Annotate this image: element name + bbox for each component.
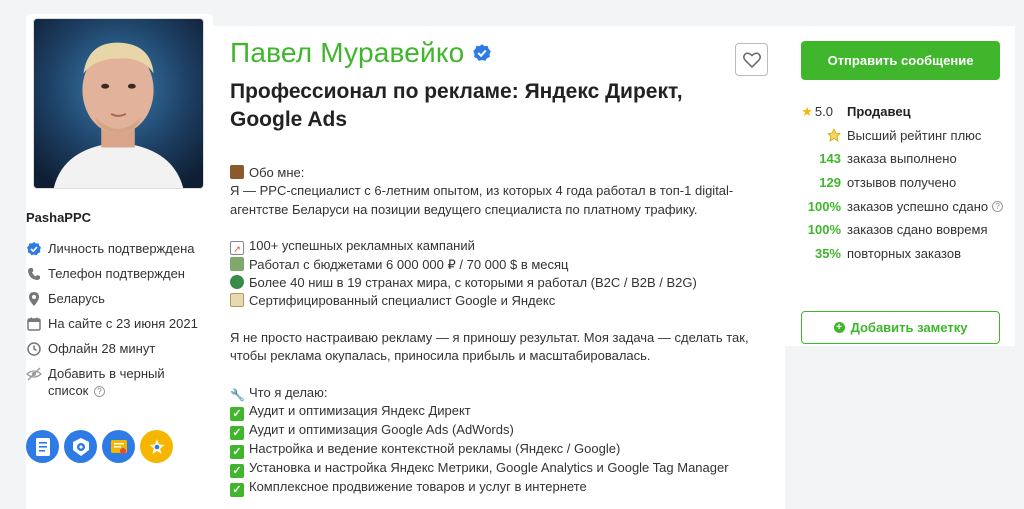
stat-label: заказа выполнено — [847, 151, 957, 167]
identity-verified: Личность подтверждена — [26, 240, 206, 257]
location-text: Беларусь — [48, 291, 105, 306]
add-to-blacklist-text: Добавить в черный список ? — [48, 366, 165, 398]
top-rating-status: Высший рейтинг плюс — [801, 124, 1011, 148]
online-status: Офлайн 28 минут — [26, 340, 206, 357]
avatar-photo — [34, 19, 203, 188]
rating-block: ★ 5.0 — [801, 103, 833, 119]
username: PashaPPC — [26, 210, 92, 225]
profile-name: Павел Муравейко — [230, 37, 465, 68]
about-statement: Я не просто настраиваю рекламу — я прино… — [230, 329, 749, 364]
check-icon: ✓ — [230, 426, 244, 441]
seller-stats: ★ 5.0 Продавец Высший рейтинг плюс 143 за… — [801, 100, 1011, 265]
service-item: ✓ Настройка и ведение контекстной рекламы… — [230, 440, 750, 460]
add-note-button[interactable]: + Добавить заметку — [801, 311, 1000, 344]
achievement-item: Сертифицированный специалист Google и Ян… — [230, 292, 750, 310]
stat-row: 100% заказов успешно сдано ? — [801, 194, 1011, 218]
stat-label: повторных заказов — [847, 245, 961, 261]
check-icon: ✓ — [230, 407, 244, 422]
stat-number: 129 — [819, 175, 841, 191]
achievement-item: ↗ 100+ успешных рекламных кампаний — [230, 237, 750, 256]
add-to-blacklist[interactable]: Добавить в черный список ? — [26, 365, 206, 399]
phone-icon — [28, 268, 40, 280]
plus-icon: + — [833, 322, 845, 333]
shield-badge-icon[interactable] — [64, 430, 97, 463]
identity-verified-text: Личность подтверждена — [48, 241, 195, 256]
stat-number: 100% — [807, 198, 841, 214]
help-icon[interactable]: ? — [94, 386, 105, 397]
about-intro: Я — PPC-специалист с 6-летним опытом, из… — [230, 183, 734, 217]
service-item: ✓ Комплексное продвижение товаров и услуг… — [230, 478, 750, 498]
rating-label: Продавец — [847, 104, 911, 120]
clock-icon — [27, 342, 41, 356]
stat-number: 143 — [819, 151, 841, 167]
favorite-button[interactable] — [735, 43, 768, 76]
services-header-line: 🔧 Что я делаю: — [230, 384, 328, 402]
wrench-icon: 🔧 — [230, 387, 245, 402]
globe-icon — [230, 275, 244, 290]
location-pin-icon — [29, 292, 39, 306]
star-badge-icon[interactable] — [140, 430, 173, 463]
member-since-text: На сайте с 23 июня 2021 — [48, 316, 198, 331]
calendar-icon — [27, 317, 41, 331]
add-note-label: Добавить заметку — [850, 320, 968, 335]
member-since: На сайте с 23 июня 2021 — [26, 315, 206, 332]
stat-label: заказов успешно сдано — [847, 198, 989, 214]
service-item: ✓ Установка и настройка Яндекс Метрики, G… — [230, 459, 750, 479]
stat-row: 143 заказа выполнено — [801, 147, 1011, 171]
briefcase-icon — [230, 165, 244, 179]
avatar — [33, 18, 204, 189]
verified-check-icon — [27, 242, 41, 256]
heart-icon — [742, 52, 761, 68]
location: Беларусь — [26, 290, 206, 307]
checklist-badge-icon[interactable] — [26, 430, 59, 463]
stat-label: отзывов получено — [847, 175, 957, 191]
achievement-item: Более 40 ниш в 19 странах мира, с которы… — [230, 274, 750, 292]
check-icon: ✓ — [230, 445, 244, 460]
money-icon — [230, 256, 244, 271]
stat-row: 100% заказов сдано вовремя — [801, 218, 1011, 242]
send-message-button[interactable]: Отправить сообщение — [801, 41, 1000, 80]
stat-number: 100% — [807, 222, 841, 238]
phone-verified: Телефон подтвержден — [26, 265, 206, 282]
stat-number: 35% — [814, 245, 841, 261]
certificate-badge-icon[interactable] — [102, 430, 135, 463]
stat-row: 35% повторных заказов — [801, 242, 1011, 266]
verified-badge-icon — [473, 44, 492, 61]
service-item: ✓ Аудит и оптимизация Google Ads (AdWords… — [230, 421, 750, 441]
achievement-item: Работал с бюджетами 6 000 000 ₽ / 70 000… — [230, 256, 750, 274]
about-header-line: Обо мне: — [230, 164, 750, 182]
scroll-icon — [230, 293, 244, 308]
achievement-badges — [26, 430, 173, 463]
online-status-text: Офлайн 28 минут — [48, 341, 156, 356]
star-icon: ★ — [801, 103, 813, 119]
about-section: Обо мне: Я — PPC-специалист с 6-летним о… — [230, 164, 750, 498]
help-icon[interactable]: ? — [992, 200, 1004, 212]
check-icon: ✓ — [230, 483, 244, 498]
phone-verified-text: Телефон подтвержден — [48, 266, 185, 281]
hidden-eye-icon — [26, 367, 42, 381]
seller-rating: ★ 5.0 Продавец — [801, 100, 1011, 124]
service-item: ✓ Аудит и оптимизация Яндекс Директ — [230, 402, 750, 422]
profile-info-list: Личность подтверждена Телефон подтвержде… — [26, 240, 206, 407]
chart-up-icon: ↗ — [230, 241, 244, 256]
check-icon: ✓ — [230, 464, 244, 479]
profile-name-row: Павел Муравейко — [230, 37, 492, 69]
stat-row: 129 отзывов получено — [801, 171, 1011, 195]
top-rating-text: Высший рейтинг плюс — [847, 127, 982, 143]
stat-label: заказов сдано вовремя — [847, 222, 988, 238]
profile-headline: Профессионал по рекламе: Яндекс Директ, … — [230, 80, 683, 131]
crown-icon — [801, 127, 841, 143]
